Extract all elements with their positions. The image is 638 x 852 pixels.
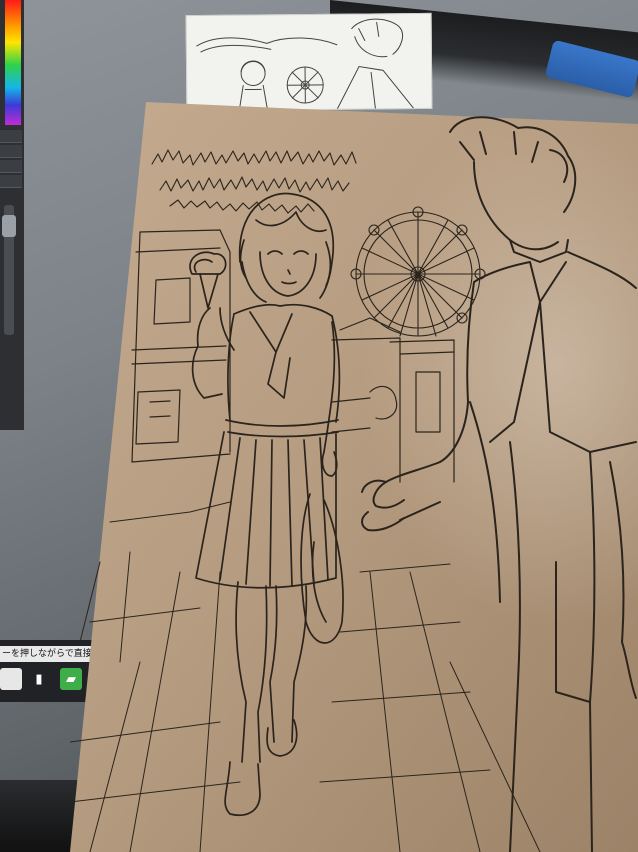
- film-icon[interactable]: ▮: [28, 668, 50, 690]
- sketch-paper: [70, 102, 638, 852]
- app-icon[interactable]: [0, 668, 22, 690]
- app-side-panel: [0, 0, 24, 430]
- panel-row-2[interactable]: [0, 145, 22, 158]
- panel-row-1[interactable]: [0, 130, 22, 143]
- panel-row-4[interactable]: [0, 175, 22, 188]
- panel-row-3[interactable]: [0, 160, 22, 173]
- slider-handle-icon[interactable]: [2, 215, 16, 237]
- reference-sketch: [185, 12, 433, 112]
- color-picker-bar[interactable]: [5, 0, 21, 125]
